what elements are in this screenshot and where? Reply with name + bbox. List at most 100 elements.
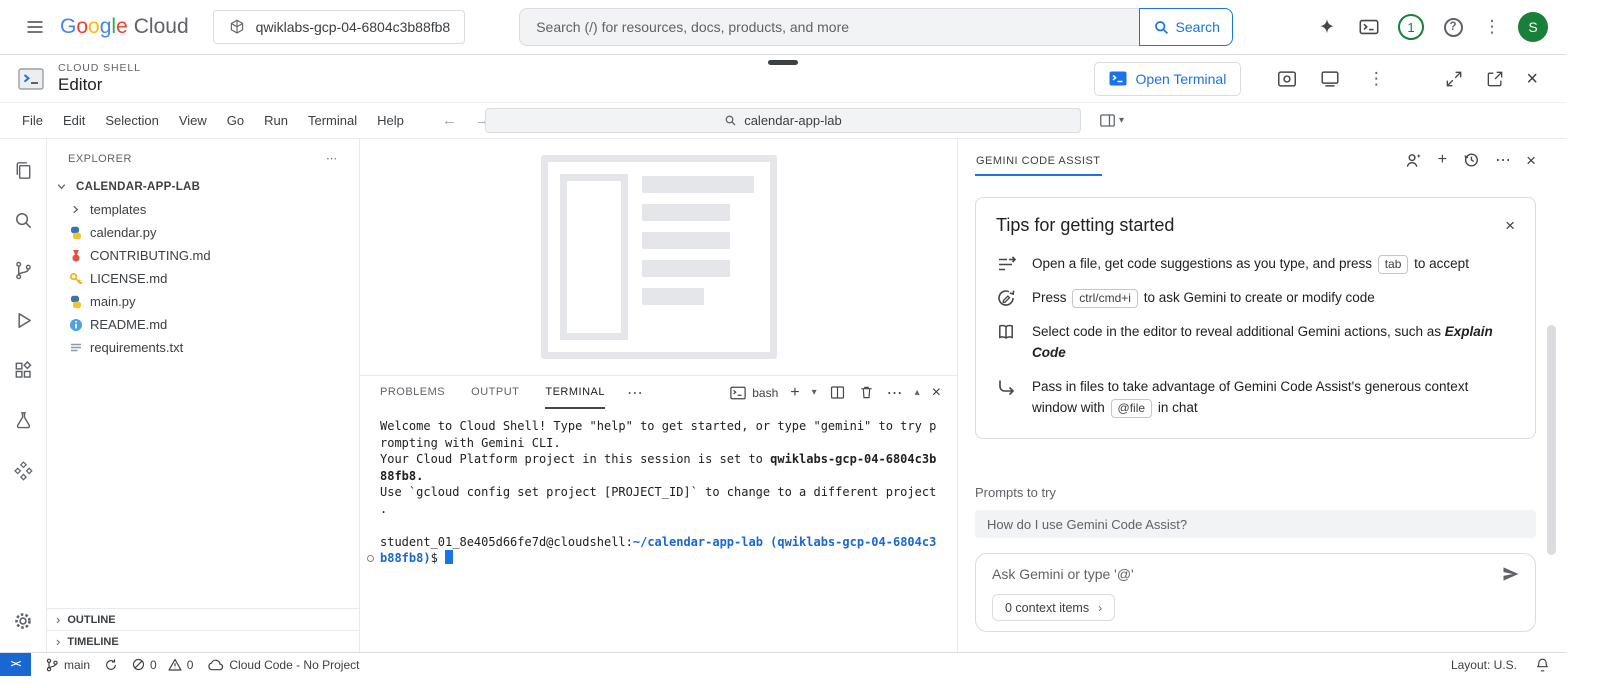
tips-card: Tips for getting started × Open a file, …	[975, 197, 1536, 439]
collapse-icon[interactable]	[1444, 69, 1464, 89]
chevron-right-icon: ›	[56, 612, 60, 627]
nav-back-icon[interactable]: ←	[442, 112, 457, 129]
tip-item: Select code in the editor to reveal addi…	[996, 321, 1515, 363]
panel-toggle-icon[interactable]	[1319, 68, 1341, 90]
notifications-bell-icon[interactable]	[1535, 657, 1550, 673]
tree-item-calendar-app-lab[interactable]: CALENDAR-APP-LAB	[47, 175, 359, 198]
send-icon[interactable]	[1501, 564, 1521, 584]
help-icon[interactable]: ?	[1436, 10, 1470, 44]
tabs-more-icon[interactable]: ⋯	[627, 383, 643, 403]
terminal-line: 88fb8.	[380, 468, 951, 485]
tree-item-templates[interactable]: templates	[47, 198, 359, 221]
prompt-suggestion[interactable]: How do I use Gemini Code Assist?	[975, 510, 1536, 538]
layout-icon[interactable]: ▾	[1098, 111, 1124, 130]
timeline-section[interactable]: › TIMELINE	[47, 630, 359, 652]
outline-section[interactable]: › OUTLINE	[47, 608, 359, 630]
close-shell-icon[interactable]: ×	[1526, 69, 1538, 89]
open-terminal-button[interactable]: Open Terminal	[1094, 62, 1242, 96]
command-search[interactable]: calendar-app-lab	[485, 108, 1081, 133]
remote-indicator[interactable]: ><	[0, 653, 31, 676]
terminal-output[interactable]: Welcome to Cloud Shell! Type "help" to g…	[360, 409, 957, 652]
tab-problems[interactable]: PROBLEMS	[380, 376, 445, 409]
search-input[interactable]	[519, 8, 1139, 46]
gemini-more-icon[interactable]: ⋯	[1495, 150, 1511, 170]
run-debug-icon[interactable]	[0, 295, 47, 345]
chevron-down-icon	[54, 181, 69, 192]
agent-icon[interactable]	[1404, 151, 1423, 170]
menu-go[interactable]: Go	[217, 103, 254, 138]
maximize-panel-icon[interactable]: ▴	[915, 387, 920, 398]
menu-edit[interactable]: Edit	[53, 103, 95, 138]
scrollbar-thumb[interactable]	[1547, 325, 1556, 555]
python-icon	[68, 295, 83, 309]
more-options-icon[interactable]: ⋮	[1478, 17, 1506, 37]
terminal-line: b88fb8)$	[380, 550, 951, 567]
git-branch-button[interactable]: main	[45, 658, 90, 672]
settings-gear-icon[interactable]	[0, 596, 47, 646]
extensions-icon[interactable]	[0, 345, 47, 395]
dismiss-tips-icon[interactable]: ×	[1505, 217, 1515, 234]
terminal-dropdown-icon[interactable]: ▾	[812, 387, 817, 398]
tree-item-contributing-md[interactable]: CONTRIBUTING.md	[47, 244, 359, 267]
tab-terminal[interactable]: TERMINAL	[545, 376, 605, 409]
terminal-panel: PROBLEMS OUTPUT TERMINAL ⋯ bash + ▾	[360, 375, 957, 652]
close-panel-icon[interactable]: ×	[932, 385, 941, 401]
shell-more-icon[interactable]: ⋮	[1362, 69, 1390, 89]
test-flask-icon[interactable]	[0, 395, 47, 445]
search-icon[interactable]	[0, 195, 47, 245]
gemini-input-box: 0 context items ›	[975, 553, 1536, 632]
tree-item-readme-md[interactable]: README.md	[47, 313, 359, 336]
split-terminal-icon[interactable]	[829, 384, 846, 401]
terminal-line: rompting with Gemini CLI.	[380, 435, 951, 452]
avatar[interactable]: S	[1518, 12, 1548, 42]
contributing-icon	[68, 249, 83, 263]
web-preview-icon[interactable]	[1276, 68, 1298, 90]
menu-help[interactable]: Help	[367, 103, 414, 138]
modify-code-icon	[996, 287, 1018, 308]
project-selector[interactable]: qwiklabs-gcp-04-6804c3b88fb8	[213, 10, 466, 44]
menu-terminal[interactable]: Terminal	[298, 103, 367, 138]
chevron-right-icon: ›	[56, 634, 60, 649]
editor-area: PROBLEMS OUTPUT TERMINAL ⋯ bash + ▾	[360, 139, 958, 652]
tree-item-requirements-txt[interactable]: requirements.txt	[47, 336, 359, 359]
menu-file[interactable]: File	[12, 103, 53, 138]
menu-view[interactable]: View	[169, 103, 217, 138]
cloud-code-status-button[interactable]: Cloud Code - No Project	[207, 658, 359, 672]
menu-run[interactable]: Run	[254, 103, 298, 138]
search-button[interactable]: Search	[1139, 8, 1233, 46]
tree-item-license-md[interactable]: LICENSE.md	[47, 267, 359, 290]
explorer-more-icon[interactable]: ⋯	[326, 152, 337, 165]
active-sessions-badge[interactable]: 1	[1398, 14, 1424, 40]
history-icon[interactable]	[1462, 151, 1480, 169]
tree-item-main-py[interactable]: main.py	[47, 290, 359, 313]
sync-icon[interactable]	[104, 658, 118, 672]
terminal-more-icon[interactable]: ⋯	[887, 383, 903, 403]
gemini-input[interactable]	[992, 566, 1491, 582]
source-control-icon[interactable]	[0, 245, 47, 295]
hamburger-menu-icon[interactable]	[18, 10, 52, 44]
new-terminal-icon[interactable]: +	[790, 384, 799, 402]
resize-handle[interactable]	[768, 60, 798, 65]
cloud-code-icon[interactable]	[0, 445, 47, 495]
tip-item: Pass in files to take advantage of Gemin…	[996, 376, 1515, 418]
layout-status[interactable]: Layout: U.S.	[1451, 658, 1517, 672]
problems-button[interactable]: 0 0	[132, 658, 193, 672]
topbar-actions: 1 ? ⋮ S	[1310, 10, 1548, 44]
tree-item-calendar-py[interactable]: calendar.py	[47, 221, 359, 244]
gemini-sparkle-icon[interactable]	[1310, 10, 1344, 44]
gemini-tab[interactable]: GEMINI CODE ASSIST	[975, 155, 1102, 176]
kill-terminal-icon[interactable]	[858, 384, 875, 401]
new-chat-icon[interactable]: +	[1438, 151, 1447, 169]
cloud-shell-icon[interactable]	[1352, 10, 1386, 44]
license-icon	[68, 272, 83, 286]
explorer-icon[interactable]	[0, 145, 47, 195]
context-items-button[interactable]: 0 context items ›	[992, 594, 1115, 621]
page-title: Editor	[58, 75, 141, 95]
menu-selection[interactable]: Selection	[95, 103, 168, 138]
close-gemini-icon[interactable]: ×	[1526, 152, 1536, 169]
terminal-line	[380, 517, 951, 534]
shell-selector[interactable]: bash	[730, 386, 778, 400]
open-in-new-icon[interactable]	[1485, 69, 1505, 89]
tab-output[interactable]: OUTPUT	[471, 376, 519, 409]
cloud-icon	[207, 658, 224, 671]
